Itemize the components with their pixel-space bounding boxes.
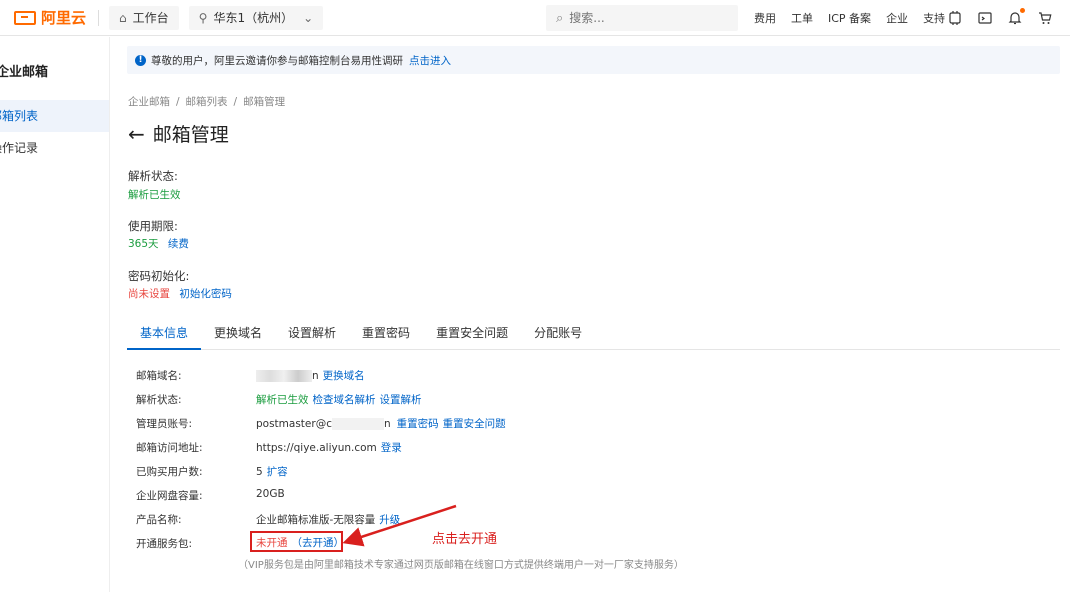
sidebar-item-label: 操作记录 [0, 141, 39, 155]
init-password-link[interactable]: 初始化密码 [179, 288, 232, 300]
password-not-set: 尚未设置 [128, 288, 170, 300]
activate-service-link[interactable]: （去开通） [292, 535, 345, 550]
dns-status-value: 解析已生效 [128, 189, 181, 201]
bell-icon[interactable] [1008, 8, 1025, 25]
search-box[interactable]: ⌕ [546, 5, 738, 31]
detail-value-dns: 解析已生效 检查域名解析 设置解析 [256, 392, 422, 407]
divider [98, 9, 100, 26]
annotation-text: 点击去开通 [432, 532, 498, 547]
term-days: 365天 [128, 238, 159, 250]
sidebar-title: 企业邮箱 [0, 65, 49, 80]
page-title: ← 邮箱管理 [128, 120, 229, 147]
chip-icon[interactable] [948, 11, 962, 25]
logo-text: 阿里云 [41, 9, 87, 27]
detail-label: 邮箱域名: [136, 370, 182, 382]
check-dns-link[interactable]: 检查域名解析 [313, 392, 376, 407]
reset-security-link[interactable]: 重置安全问题 [443, 416, 506, 431]
redacted-admin [331, 417, 384, 430]
password-init-label: 密码初始化: [128, 269, 190, 283]
tab-set-dns[interactable]: 设置解析 [275, 322, 349, 350]
renew-link[interactable]: 续费 [168, 238, 189, 250]
password-init-value: 尚未设置 初始化密码 [128, 286, 232, 301]
top-link-ticket[interactable]: 工单 [791, 10, 813, 26]
breadcrumb: 企业邮箱 / 邮箱列表 / 邮箱管理 [128, 94, 285, 109]
detail-value-storage: 20GB [256, 488, 285, 500]
terminal-icon[interactable] [978, 11, 992, 25]
expand-link[interactable]: 扩容 [267, 464, 288, 479]
page-title-text: 邮箱管理 [152, 124, 229, 146]
breadcrumb-item-mailbox-list[interactable]: 邮箱列表 [186, 96, 228, 108]
region-label: 华东1（杭州） [213, 11, 294, 25]
location-icon: ⚲ [198, 10, 208, 25]
top-link-billing[interactable]: 费用 [754, 10, 776, 26]
sidebar: 企业邮箱 邮箱列表 操作记录 [0, 37, 110, 592]
detail-value-domain: n 更换域名 [256, 368, 365, 383]
sidebar-item-operation-log[interactable]: 操作记录 [0, 132, 109, 164]
search-input[interactable] [569, 11, 720, 25]
storage-capacity: 20GB [256, 488, 285, 500]
detail-value-admin: postmaster@c n 重置密码 重置安全问题 [256, 416, 506, 431]
detail-label: 邮箱访问地址: [136, 442, 203, 454]
tab-reset-password[interactable]: 重置密码 [349, 322, 423, 350]
dns-status-label: 解析状态: [128, 169, 178, 183]
cart-icon[interactable] [1038, 11, 1052, 25]
tab-basic-info[interactable]: 基本信息 [127, 322, 202, 350]
notification-dot [1020, 8, 1025, 13]
reset-password-link[interactable]: 重置密码 [397, 416, 439, 431]
access-url: https://qiye.aliyun.com [256, 441, 377, 454]
survey-notice: ! 尊敬的用户，阿里云邀请你参与邮箱控制台易用性调研 点击进入 [127, 46, 1060, 74]
sidebar-item-mailbox-list[interactable]: 邮箱列表 [0, 100, 109, 132]
top-icons [948, 0, 1068, 36]
detail-label: 开通服务包: [136, 538, 193, 550]
notice-text: 尊敬的用户，阿里云邀请你参与邮箱控制台易用性调研 [151, 54, 403, 67]
breadcrumb-separator: / [176, 96, 180, 108]
set-dns-link[interactable]: 设置解析 [380, 392, 422, 407]
region-selector[interactable]: ⚲ 华东1（杭州） ⌄ [188, 5, 324, 30]
breadcrumb-separator: / [233, 96, 238, 108]
breadcrumb-item-enterprise-mail[interactable]: 企业邮箱 [128, 96, 170, 108]
vip-service-note: （VIP服务包是由阿里邮箱技术专家通过网页版邮箱在线窗口方式提供终端用户一对一厂… [238, 560, 684, 571]
tabs: 基本信息 更换域名 设置解析 重置密码 重置安全问题 分配账号 [127, 322, 1060, 350]
domain-tail: n [312, 369, 319, 382]
top-link-support[interactable]: 支持 [923, 10, 945, 26]
aliyun-logo-icon [14, 10, 36, 25]
term-label: 使用期限: [128, 219, 178, 233]
workbench-button[interactable]: ⌂ 工作台 [109, 5, 179, 30]
user-count: 5 [256, 465, 263, 478]
login-link[interactable]: 登录 [381, 440, 402, 455]
aliyun-logo[interactable]: 阿里云 [14, 0, 86, 36]
detail-label: 管理员账号: [136, 418, 193, 430]
tab-reset-security-question[interactable]: 重置安全问题 [423, 322, 521, 350]
detail-label: 解析状态: [136, 394, 182, 406]
top-link-icp[interactable]: ICP 备案 [828, 10, 871, 26]
top-links: 费用 工单 ICP 备案 企业 支持 [754, 0, 960, 36]
tab-change-domain[interactable]: 更换域名 [201, 322, 275, 350]
tab-assign-account[interactable]: 分配账号 [521, 322, 595, 350]
detail-value-url: https://qiye.aliyun.com 登录 [256, 440, 402, 455]
back-arrow-icon[interactable]: ← [128, 122, 145, 146]
change-domain-link[interactable]: 更换域名 [323, 368, 365, 383]
service-package-value: 未开通 （去开通） [256, 535, 344, 550]
term-value: 365天 续费 [128, 236, 189, 251]
admin-account: postmaster@c [256, 417, 332, 430]
notice-link[interactable]: 点击进入 [409, 53, 451, 68]
service-status: 未开通 [256, 537, 288, 549]
admin-tail: n [383, 417, 391, 430]
breadcrumb-item-current: 邮箱管理 [243, 96, 286, 108]
detail-label: 企业网盘容量: [136, 490, 203, 502]
detail-label: 产品名称: [136, 514, 182, 526]
home-icon: ⌂ [119, 10, 127, 25]
search-icon: ⌕ [556, 10, 564, 26]
top-link-enterprise[interactable]: 企业 [886, 10, 908, 26]
info-icon: ! [135, 54, 146, 66]
workbench-label: 工作台 [132, 11, 169, 25]
redacted-domain [256, 369, 312, 382]
detail-value-users: 5 扩容 [256, 464, 288, 479]
dns-effective: 解析已生效 [256, 394, 309, 406]
detail-label: 已购买用户数: [136, 466, 203, 478]
sidebar-item-label: 邮箱列表 [0, 109, 39, 123]
chevron-down-icon: ⌄ [303, 10, 314, 25]
